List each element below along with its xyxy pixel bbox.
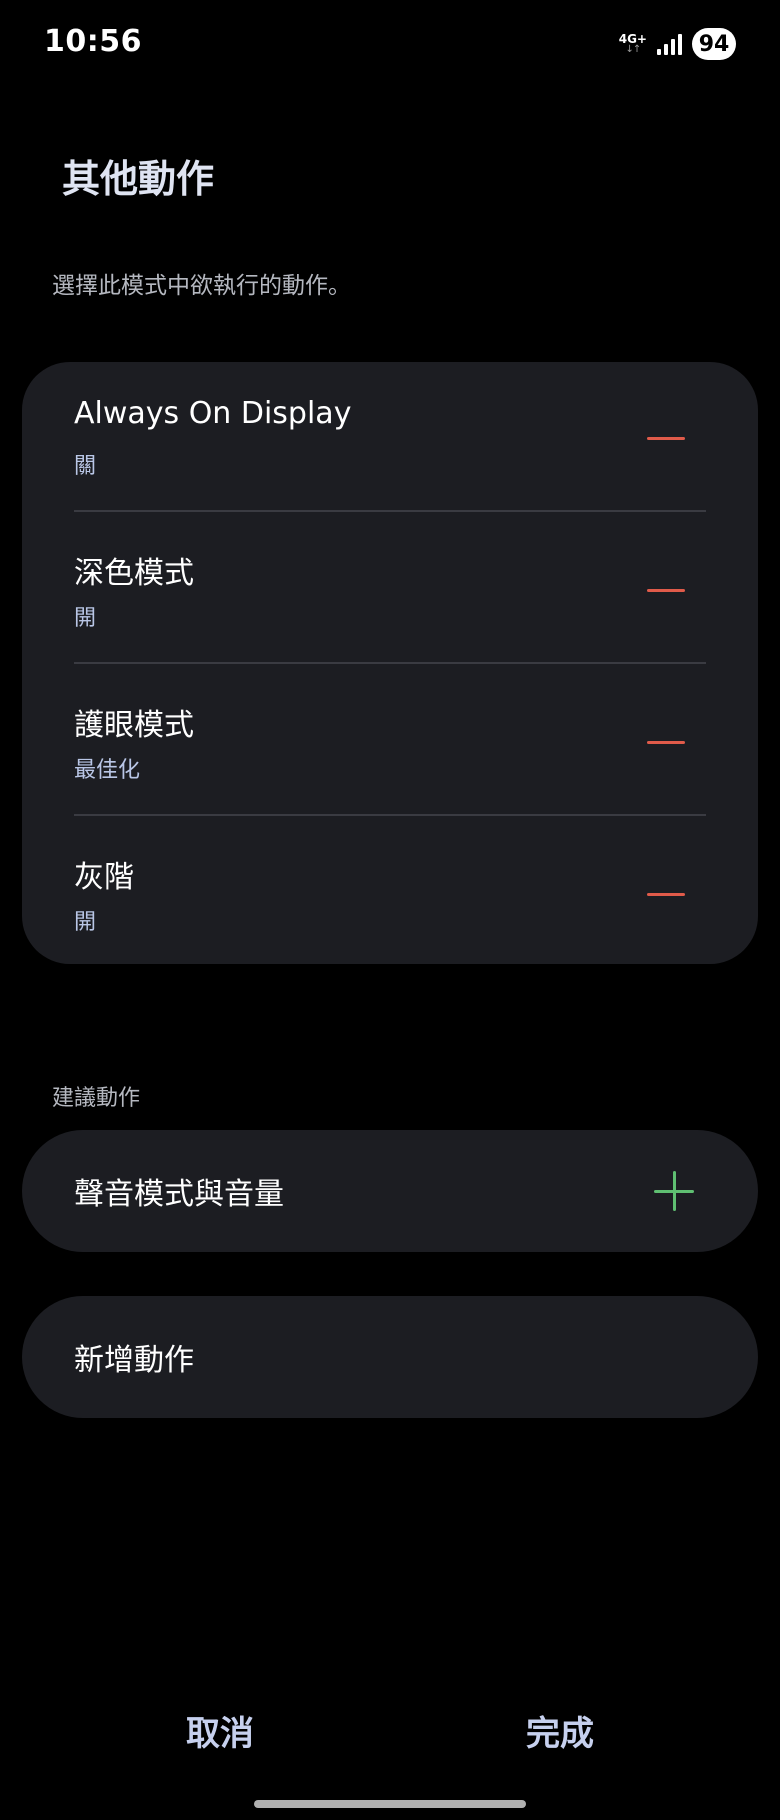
suggested-actions-label: 建議動作 <box>52 1086 141 1111</box>
network-arrows-icon: ↓↑ <box>625 44 641 55</box>
suggested-action-sound-mode[interactable]: 聲音模式與音量 <box>22 1130 758 1252</box>
minus-icon <box>647 892 685 896</box>
divider <box>74 814 706 816</box>
status-icons: 4G+ ↓↑ 94 <box>619 28 736 60</box>
remove-action-button[interactable] <box>638 722 694 762</box>
minus-icon <box>647 588 685 592</box>
action-row-eye-comfort[interactable]: 護眼模式 最佳化 <box>74 666 706 818</box>
action-value: 開 <box>74 910 97 935</box>
signal-icon <box>657 33 682 55</box>
add-action-button[interactable]: 新增動作 <box>22 1296 758 1418</box>
page-subtitle: 選擇此模式中欲執行的動作。 <box>52 273 351 299</box>
add-suggested-action-button[interactable] <box>654 1171 694 1211</box>
done-button[interactable]: 完成 <box>460 1700 660 1760</box>
action-title: 灰階 <box>74 860 134 895</box>
action-value: 關 <box>74 454 97 479</box>
cancel-button[interactable]: 取消 <box>120 1700 320 1760</box>
divider <box>74 662 706 664</box>
home-indicator[interactable] <box>254 1800 526 1808</box>
action-title: 深色模式 <box>74 556 194 591</box>
minus-icon <box>647 740 685 744</box>
remove-action-button[interactable] <box>638 874 694 914</box>
remove-action-button[interactable] <box>638 570 694 610</box>
action-title: Always On Display <box>74 396 352 431</box>
action-row-dark-mode[interactable]: 深色模式 開 <box>74 514 706 666</box>
network-icon: 4G+ ↓↑ <box>619 33 647 55</box>
action-value: 開 <box>74 606 97 631</box>
action-row-grayscale[interactable]: 灰階 開 <box>74 818 706 970</box>
action-row-always-on-display[interactable]: Always On Display 關 <box>74 362 706 514</box>
divider <box>74 510 706 512</box>
action-value: 最佳化 <box>74 758 141 783</box>
action-title: 護眼模式 <box>74 708 194 743</box>
actions-list-card: Always On Display 關 深色模式 開 護眼模式 最佳化 灰階 開 <box>22 362 758 964</box>
battery-icon: 94 <box>692 28 736 60</box>
status-bar: 10:56 4G+ ↓↑ 94 <box>0 0 780 88</box>
status-time: 10:56 <box>44 24 142 59</box>
page-title: 其他動作 <box>62 157 215 201</box>
remove-action-button[interactable] <box>638 418 694 458</box>
suggested-action-label: 聲音模式與音量 <box>74 1177 284 1212</box>
add-action-label: 新增動作 <box>74 1343 194 1378</box>
minus-icon <box>647 436 685 440</box>
